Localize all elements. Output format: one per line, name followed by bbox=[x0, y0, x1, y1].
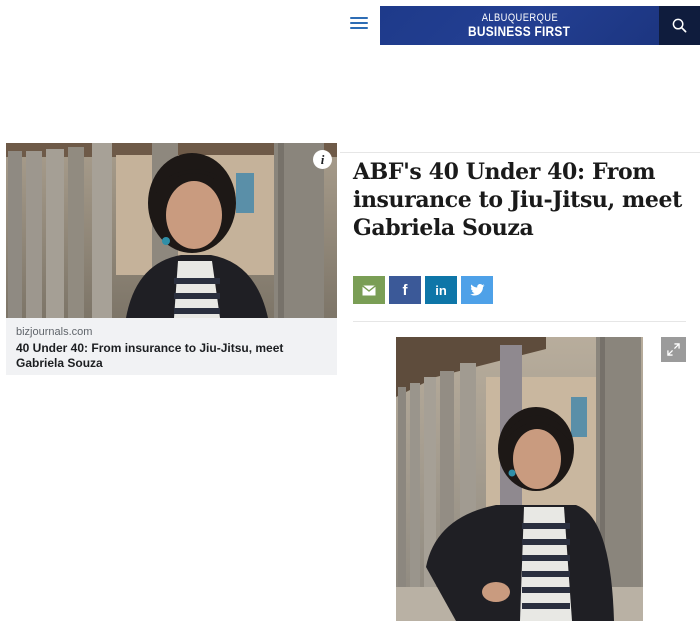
facebook-icon: f bbox=[402, 281, 408, 299]
share-twitter-button[interactable] bbox=[461, 276, 493, 304]
site-logo[interactable]: ALBUQUERQUE BUSINESS FIRST bbox=[380, 6, 659, 45]
envelope-icon bbox=[362, 284, 376, 295]
share-buttons: f in bbox=[353, 276, 493, 304]
article-headline: ABF's 40 Under 40: From insurance to Jiu… bbox=[353, 159, 682, 241]
preview-domain: bizjournals.com bbox=[16, 326, 93, 338]
share-email-button[interactable] bbox=[353, 276, 385, 304]
portrait-image bbox=[6, 143, 337, 318]
link-preview-card[interactable]: i bizjournals.com 40 Under 40: From insu… bbox=[6, 143, 337, 375]
portrait-image bbox=[396, 337, 643, 621]
twitter-icon bbox=[469, 284, 484, 296]
search-button[interactable] bbox=[659, 6, 700, 45]
hamburger-icon-line bbox=[350, 27, 368, 29]
linkedin-icon: in bbox=[435, 282, 447, 298]
hamburger-icon bbox=[350, 17, 368, 19]
hamburger-icon-line bbox=[350, 22, 368, 24]
expand-button[interactable] bbox=[661, 337, 686, 362]
expand-icon bbox=[667, 343, 680, 356]
divider bbox=[340, 152, 700, 153]
search-icon bbox=[672, 18, 687, 33]
preview-title[interactable]: 40 Under 40: From insurance to Jiu-Jitsu… bbox=[16, 341, 331, 371]
preview-meta: bizjournals.com 40 Under 40: From insura… bbox=[16, 326, 331, 371]
brand-line-2: BUSINESS FIRST bbox=[468, 23, 571, 39]
share-linkedin-button[interactable]: in bbox=[425, 276, 457, 304]
share-facebook-button[interactable]: f bbox=[389, 276, 421, 304]
article-photo bbox=[396, 337, 643, 621]
preview-photo bbox=[6, 143, 337, 318]
info-icon[interactable]: i bbox=[313, 150, 332, 169]
divider bbox=[353, 321, 686, 322]
menu-button[interactable] bbox=[350, 14, 368, 32]
